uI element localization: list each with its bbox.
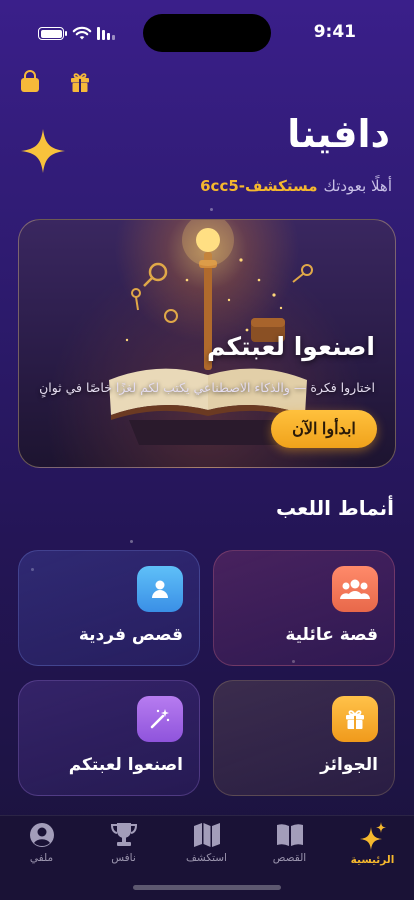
card-label: الجوائز	[320, 755, 378, 775]
tab-label: القصص	[272, 852, 307, 864]
decorative-dot	[210, 208, 213, 211]
sparkle-icon	[21, 129, 65, 173]
gift-icon	[71, 73, 89, 92]
tab-label: ملفي	[29, 852, 54, 864]
map-icon	[193, 823, 220, 847]
username: مستكشف-6cc5	[200, 177, 318, 195]
welcome-text: أهلًا بعودتك	[323, 177, 392, 195]
hero-subtitle: اختاروا فكرة — والذكاء الاصطناعي يكتب لك…	[39, 380, 375, 395]
cellular-signal-icon	[97, 26, 115, 40]
battery-icon	[38, 27, 67, 40]
wifi-icon	[72, 26, 92, 40]
profile-icon	[29, 823, 54, 847]
family-story-card[interactable]: قصة عائلية	[213, 550, 395, 666]
tab-stories[interactable]: القصص	[248, 816, 331, 876]
tab-label: استكشف	[186, 852, 227, 864]
gift-button[interactable]	[68, 70, 92, 98]
sparkle-icon	[359, 822, 386, 850]
tab-explore[interactable]: استكشف	[165, 816, 248, 876]
tab-label: نافس	[111, 852, 136, 864]
app-title: دافينا	[287, 112, 390, 156]
hero-title: اصنعوا لعبتكم	[206, 332, 375, 361]
welcome-line: أهلًا بعودتك مستكشف-6cc5	[200, 177, 392, 195]
prizes-card[interactable]: الجوائز	[213, 680, 395, 796]
tab-home[interactable]: الرئيسية	[331, 816, 414, 876]
shopping-bag-button[interactable]	[18, 70, 42, 98]
tab-label: الرئيسية	[350, 854, 395, 866]
tab-compete[interactable]: نافس	[82, 816, 165, 876]
gift-icon	[332, 696, 378, 742]
decorative-dot	[130, 540, 133, 543]
tab-profile[interactable]: ملفي	[0, 816, 83, 876]
group-icon	[332, 566, 378, 612]
card-label: قصة عائلية	[285, 625, 378, 645]
status-time: 9:41	[313, 22, 356, 42]
card-label: اصنعوا لعبتكم	[68, 755, 183, 775]
start-now-button[interactable]: ابدأوا الآن	[271, 410, 377, 448]
dynamic-island	[143, 14, 271, 52]
magic-wand-icon	[137, 696, 183, 742]
hero-card[interactable]: اصنعوا لعبتكم اختاروا فكرة — والذكاء الا…	[18, 219, 396, 468]
create-game-card[interactable]: اصنعوا لعبتكم	[18, 680, 200, 796]
home-indicator	[133, 885, 281, 890]
shopping-bag-icon	[21, 70, 39, 92]
solo-stories-card[interactable]: قصص فردية	[18, 550, 200, 666]
card-label: قصص فردية	[78, 625, 183, 645]
book-icon	[276, 824, 303, 846]
section-title: أنماط اللعب	[275, 496, 394, 520]
trophy-icon	[110, 823, 137, 846]
person-icon	[137, 566, 183, 612]
